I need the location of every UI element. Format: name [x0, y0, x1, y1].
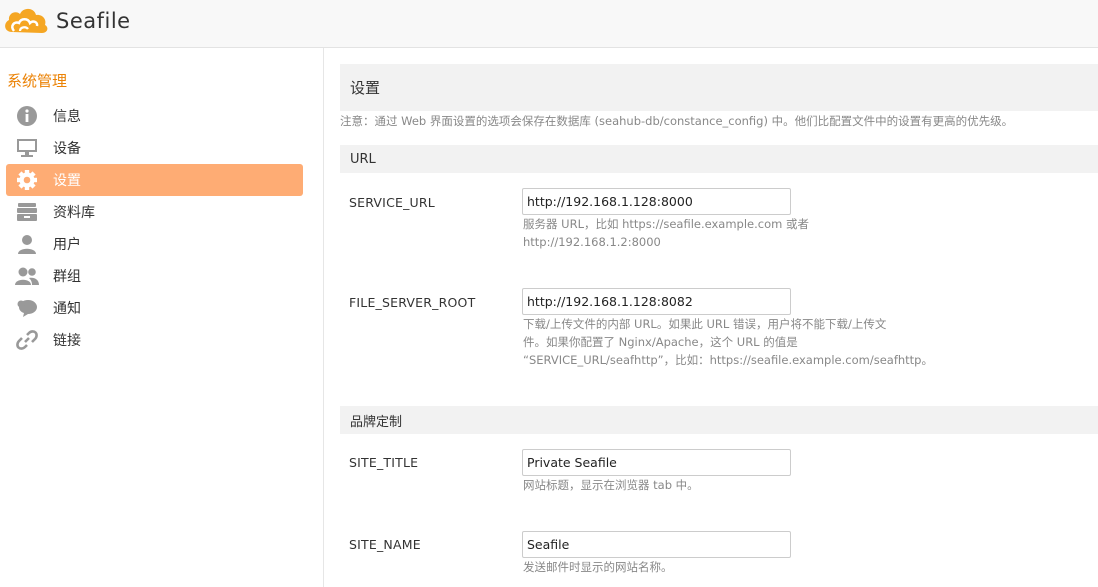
user-icon: [15, 232, 39, 256]
library-icon: [15, 200, 39, 224]
sidebar-item-notifications[interactable]: 通知: [6, 292, 303, 324]
site-title-help: 网站标题，显示在浏览器 tab 中。: [523, 478, 699, 492]
file-server-root-help: 下载/上传文件的内部 URL。如果此 URL 错误，用户将不能下载/上传文 件。…: [523, 315, 933, 369]
link-icon: [15, 328, 39, 352]
service-url-help-line: 服务器 URL，比如 https://seafile.example.com 或…: [523, 217, 809, 231]
site-title-input[interactable]: [522, 449, 791, 476]
sidebar-item-label: 资料库: [53, 205, 95, 221]
sidebar-item-links[interactable]: 链接: [6, 324, 303, 356]
file-server-root-input[interactable]: [522, 288, 791, 315]
sidebar-item-users[interactable]: 用户: [6, 228, 303, 260]
sidebar-item-info[interactable]: 信息: [6, 100, 303, 132]
sidebar-item-label: 信息: [53, 109, 81, 125]
sidebar-heading: 系统管理: [7, 72, 68, 90]
sidebar: 系统管理 信息 设备 设置 资料库 用户 群组 通知 链接: [0, 48, 324, 587]
service-url-help: 服务器 URL，比如 https://seafile.example.com 或…: [523, 215, 809, 251]
info-icon: [15, 104, 39, 128]
sidebar-item-label: 通知: [53, 301, 81, 317]
sidebar-item-settings[interactable]: 设置: [6, 164, 303, 196]
sidebar-item-groups[interactable]: 群组: [6, 260, 303, 292]
file-server-root-help-line: “SERVICE_URL/seafhttp”，比如：https://seafil…: [523, 353, 933, 367]
file-server-root-help-line: 件。如果你配置了 Nginx/Apache，这个 URL 的值是: [523, 335, 798, 349]
notification-icon: [15, 296, 39, 320]
file-server-root-label: FILE_SERVER_ROOT: [349, 295, 476, 310]
sidebar-item-libraries[interactable]: 资料库: [6, 196, 303, 228]
sidebar-item-label: 设置: [53, 173, 81, 189]
gear-icon: [15, 168, 39, 192]
settings-notice: 注意：通过 Web 界面设置的选项会保存在数据库 (seahub-db/cons…: [340, 114, 1014, 128]
sidebar-item-label: 群组: [53, 269, 81, 285]
section-branding-header: 品牌定制: [340, 406, 1098, 434]
logo-text: Seafile: [56, 9, 131, 33]
service-url-help-line: http://192.168.1.2:8000: [523, 235, 661, 249]
seafile-logo[interactable]: Seafile: [2, 3, 131, 39]
sidebar-nav: 信息 设备 设置 资料库 用户 群组 通知 链接: [6, 100, 303, 356]
sidebar-item-label: 链接: [53, 333, 81, 349]
page-title-bar: 设置: [340, 64, 1098, 111]
sidebar-item-label: 设备: [53, 141, 81, 157]
sidebar-item-devices[interactable]: 设备: [6, 132, 303, 164]
site-name-help: 发送邮件时显示的网站名称。: [523, 560, 673, 574]
monitor-icon: [15, 136, 39, 160]
seafile-logo-icon: [5, 8, 48, 33]
group-icon: [15, 264, 39, 288]
sidebar-item-label: 用户: [53, 237, 81, 253]
site-title-label: SITE_TITLE: [349, 455, 419, 470]
page-title: 设置: [350, 79, 381, 97]
site-name-label: SITE_NAME: [349, 537, 421, 552]
service-url-label: SERVICE_URL: [349, 195, 435, 210]
file-server-root-help-line: 下载/上传文件的内部 URL。如果此 URL 错误，用户将不能下载/上传文: [523, 317, 887, 331]
top-header: Seafile: [0, 0, 1098, 48]
service-url-input[interactable]: [522, 188, 791, 215]
site-name-input[interactable]: [522, 531, 791, 558]
section-url-header: URL: [340, 145, 1098, 173]
